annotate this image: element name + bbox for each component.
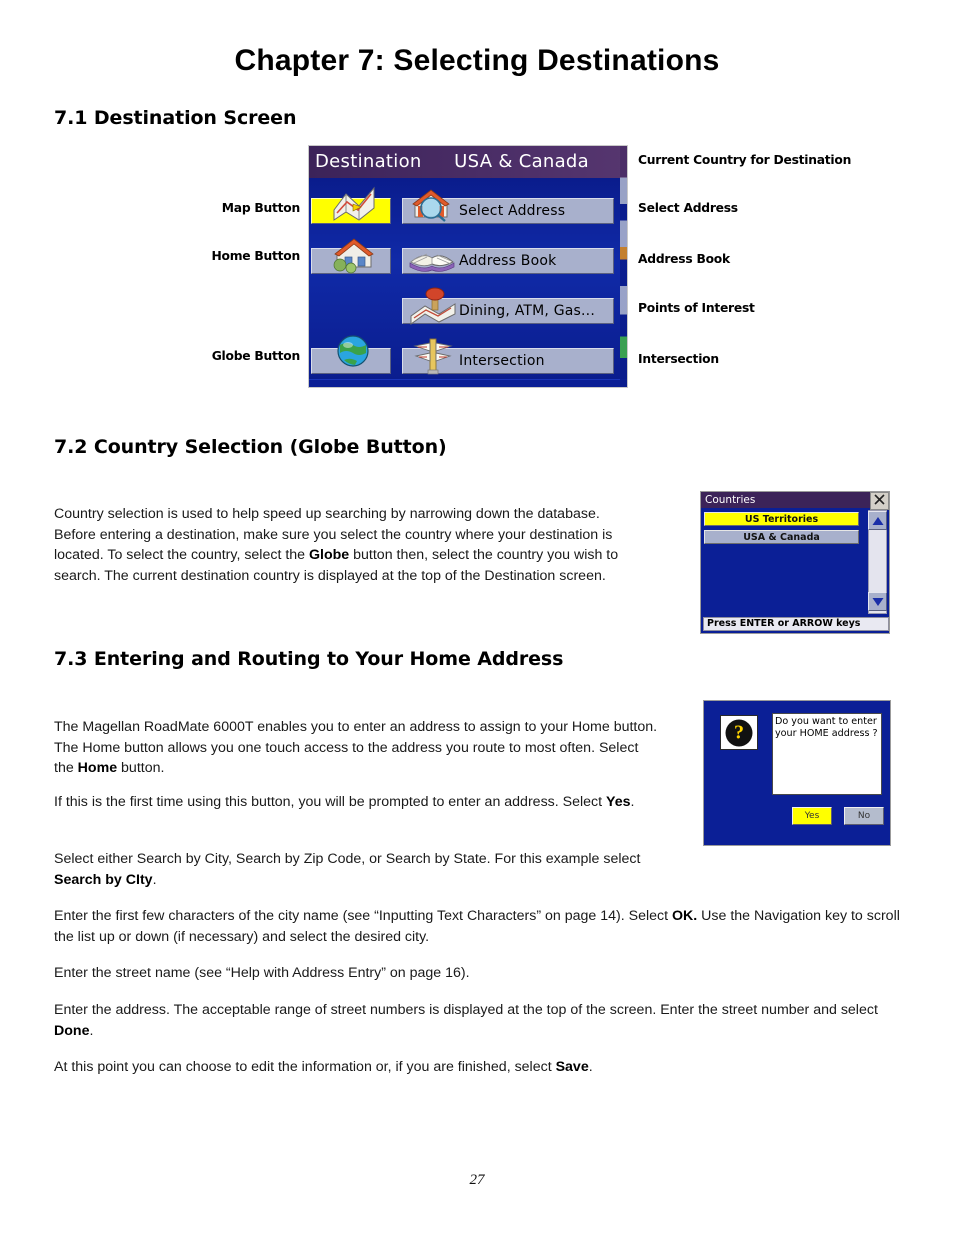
text-run-bold: Globe (309, 547, 350, 564)
triangle-up-icon[interactable] (868, 511, 887, 530)
triangle-down-glyph (872, 597, 883, 606)
menu-item-points-of-interest[interactable]: Dining, ATM, Gas... (402, 298, 614, 324)
section-7-3-paragraph-1: The Magellan RoadMate 6000T enables you … (54, 717, 662, 779)
section-7-3-paragraph-4: Enter the first few characters of the ci… (54, 906, 904, 947)
page-number: 27 (469, 1172, 485, 1188)
callout-home-button: Home Button (211, 249, 300, 263)
triangle-up-glyph (872, 516, 883, 525)
destination-body: Select Address Address Book Dining, ATM,… (309, 178, 627, 387)
text-run-bold: Search by CIty (54, 871, 153, 888)
destination-edge-sliver (620, 146, 627, 387)
manual-page: Chapter 7: Selecting Destinations 7.1 De… (0, 0, 954, 1235)
section-7-3-paragraph-2: If this is the first time using this but… (54, 792, 672, 813)
no-button[interactable]: No (844, 807, 884, 825)
callout-points-of-interest: Points of Interest (638, 301, 755, 315)
destination-bottom-strip (309, 379, 627, 387)
map-button[interactable] (311, 198, 391, 224)
destination-titlebar: Destination USA & Canada (309, 146, 627, 178)
text-run-bold: OK. (671, 908, 698, 925)
text-run-bold: Home (77, 760, 118, 777)
close-icon[interactable] (870, 492, 889, 510)
callout-globe-button: Globe Button (211, 349, 301, 363)
text-run: At this point you can choose to edit the… (54, 1059, 556, 1076)
countries-titlebar: Countries (701, 492, 889, 508)
section-7-3-paragraph-7: At this point you can choose to edit the… (54, 1057, 909, 1078)
section-7-3-paragraph-6: Enter the address. The acceptable range … (54, 1000, 909, 1041)
countries-status-bar: Press ENTER or ARROW keys (703, 617, 889, 631)
callout-current-country: Current Country for Destination (638, 153, 852, 167)
section-7-3-paragraph-3: Select either Search by City, Search by … (54, 849, 684, 890)
text-run: If this is the first time using this but… (54, 794, 607, 811)
text-run: button. (117, 760, 165, 777)
menu-item-label: Intersection (459, 353, 545, 369)
menu-item-label: Dining, ATM, Gas... (459, 303, 595, 319)
home-prompt-message: Do you want to enter your HOME address ? (772, 713, 882, 795)
country-list-item-selected[interactable]: US Territories (704, 512, 859, 526)
section-heading-7-3: 7.3 Entering and Routing to Your Home Ad… (54, 648, 564, 670)
text-run: . (630, 794, 635, 811)
countries-dialog-screenshot: Countries US Territories USA & Canada Pr… (700, 491, 890, 634)
callout-select-address: Select Address (638, 201, 738, 215)
destination-screen-screenshot: Destination USA & Canada Select Address … (308, 145, 628, 388)
menu-item-label: Address Book (459, 253, 557, 269)
text-run: . (588, 1059, 593, 1076)
triangle-down-icon[interactable] (868, 592, 887, 611)
country-list-item[interactable]: USA & Canada (704, 530, 859, 544)
question-mark-icon: ? (720, 715, 758, 750)
text-run: Enter the street name (see “Help with Ad… (54, 965, 470, 982)
menu-item-select-address[interactable]: Select Address (402, 198, 614, 224)
question-mark-glyph: ? (725, 719, 753, 746)
menu-item-intersection[interactable]: Intersection (402, 348, 614, 374)
callout-intersection: Intersection (638, 352, 719, 366)
yes-button[interactable]: Yes (792, 807, 832, 825)
text-run: . (89, 1022, 94, 1039)
text-run-bold: Yes (606, 794, 631, 811)
text-run: Enter the address. The acceptable range … (54, 1002, 878, 1019)
section-7-2-paragraph: Country selection is used to help speed … (54, 504, 636, 586)
menu-item-address-book[interactable]: Address Book (402, 248, 614, 274)
globe-button[interactable] (311, 348, 391, 374)
callout-address-book: Address Book (638, 252, 730, 266)
home-address-prompt-screenshot: ? Do you want to enter your HOME address… (703, 700, 891, 846)
text-run: . (152, 871, 157, 888)
menu-item-label: Select Address (459, 203, 566, 219)
page-title: Chapter 7: Selecting Destinations (234, 44, 720, 77)
home-button[interactable] (311, 248, 391, 274)
close-glyph (874, 494, 885, 505)
countries-title: Countries (705, 494, 756, 506)
callout-map-button: Map Button (221, 201, 300, 215)
text-run-bold: Save (555, 1059, 589, 1076)
section-heading-7-1: 7.1 Destination Screen (54, 107, 297, 129)
section-heading-7-2: 7.2 Country Selection (Globe Button) (54, 436, 447, 458)
text-run: Enter the first few characters of the ci… (54, 908, 672, 925)
destination-country-label: USA & Canada (454, 151, 589, 172)
text-run-bold: Done (54, 1022, 90, 1039)
destination-title: Destination (315, 151, 422, 172)
section-7-3-paragraph-5: Enter the street name (see “Help with Ad… (54, 963, 904, 984)
text-run: Select either Search by City, Search by … (54, 851, 641, 868)
